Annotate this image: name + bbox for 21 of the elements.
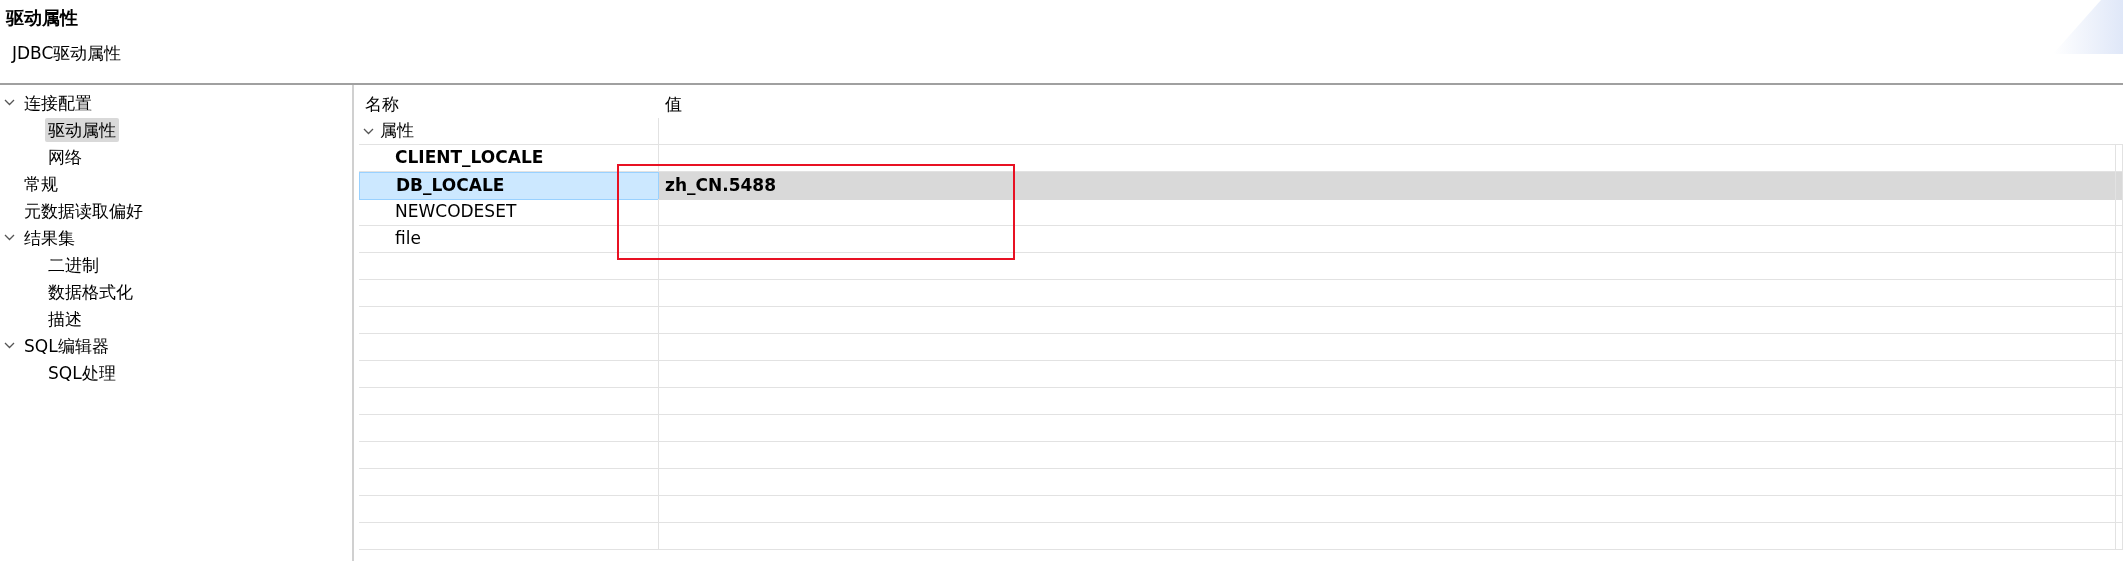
tree-item[interactable]: SQL编辑器 — [21, 333, 112, 358]
tree-item[interactable]: 连接配置 — [21, 90, 95, 115]
tree-item[interactable]: SQL处理 — [45, 360, 119, 385]
property-value: zh_CN.5488 — [659, 172, 2116, 200]
property-name: DB_LOCALE — [359, 172, 659, 200]
tree-item[interactable]: 网络 — [45, 144, 85, 169]
tree-item[interactable]: 驱动属性 — [45, 117, 119, 142]
tree-item[interactable]: 结果集 — [21, 225, 78, 250]
column-header: 值 — [664, 92, 683, 116]
tree-item[interactable]: 二进制 — [45, 252, 102, 277]
tree-item[interactable]: 常规 — [21, 171, 61, 196]
tree-item[interactable]: 描述 — [45, 306, 85, 331]
tree-item[interactable]: 数据格式化 — [45, 279, 136, 304]
group-label: 属性 — [380, 119, 414, 143]
page-subtitle: JDBC驱动属性 — [12, 42, 123, 65]
tree-item[interactable]: 元数据读取偏好 — [21, 198, 146, 223]
column-header: 名称 — [364, 92, 400, 116]
property-name: NEWCODESET — [359, 199, 659, 225]
property-name: file — [359, 226, 659, 252]
page-title: 驱动属性 — [6, 6, 79, 30]
property-name: CLIENT_LOCALE — [359, 145, 659, 171]
